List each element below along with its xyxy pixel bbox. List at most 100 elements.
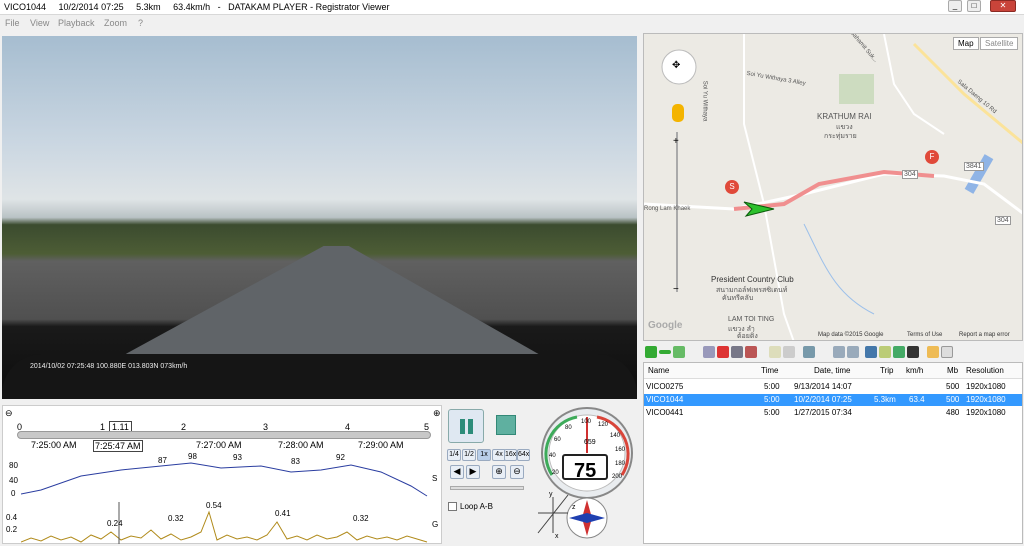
- pause-button[interactable]: [448, 409, 484, 443]
- loop-checkbox[interactable]: [448, 502, 457, 511]
- gauge-tick: 160: [615, 447, 626, 453]
- speed-quarter-button[interactable]: 1/4: [447, 449, 461, 461]
- column-time[interactable]: Time: [761, 366, 778, 375]
- column-name[interactable]: Name: [648, 366, 669, 375]
- maximize-icon[interactable]: □: [967, 0, 981, 12]
- time-label: 7:27:00 AM: [196, 440, 242, 450]
- speed-half-button[interactable]: 1/2: [462, 449, 476, 461]
- zoom-out-icon[interactable]: ⊖: [5, 408, 13, 419]
- prev-frame-icon[interactable]: ◀: [450, 465, 464, 479]
- g-label: 0.32: [168, 514, 184, 523]
- file-trip: 5.3km: [874, 395, 896, 404]
- snapshot-icon[interactable]: [745, 346, 757, 358]
- zoom-out-map-button[interactable]: −: [673, 284, 679, 295]
- minimize-icon[interactable]: _: [948, 0, 962, 12]
- cut-icon[interactable]: [783, 346, 795, 358]
- next-frame-icon[interactable]: ▶: [466, 465, 480, 479]
- map-view[interactable]: Map Satellite ✥ + − S F KRATHUM RAI แขวง…: [643, 33, 1023, 341]
- speed-tick: 0: [11, 489, 16, 498]
- close-icon[interactable]: ✕: [990, 0, 1016, 12]
- zoom-in-map-button[interactable]: +: [673, 136, 679, 147]
- zoom-in-video-icon[interactable]: ⊕: [492, 465, 506, 479]
- speed-readout: 75: [574, 460, 597, 482]
- road-image: [122, 246, 542, 356]
- file-name: VICO0275: [646, 382, 684, 391]
- remove-icon[interactable]: [659, 350, 671, 354]
- axis-x-label: x: [555, 533, 559, 540]
- file-row-selected[interactable]: VICO1044 5:00 10/2/2014 07:25 5.3km 63.4…: [644, 394, 1022, 406]
- speed-64x-button[interactable]: 64x: [517, 449, 530, 461]
- map-label-road-number: 3841: [964, 162, 984, 171]
- folder-icon[interactable]: [927, 346, 939, 358]
- file-time: 5:00: [764, 408, 780, 417]
- street-view-icon[interactable]: [672, 104, 684, 122]
- map-label-road: Rong Lam Khaek: [644, 206, 691, 212]
- volume-slider[interactable]: [450, 486, 524, 490]
- report-error-link[interactable]: Report a map error: [959, 332, 1010, 338]
- column-mb[interactable]: Mb: [947, 366, 958, 375]
- view-icon[interactable]: [833, 346, 845, 358]
- column-resolution[interactable]: Resolution: [966, 366, 1004, 375]
- satellite-tab[interactable]: Satellite: [980, 37, 1019, 50]
- column-trip[interactable]: Trip: [880, 366, 893, 375]
- gauge-tick: 180: [615, 461, 626, 467]
- video-view[interactable]: 2014/10/02 07:25:48 100.880E 013.803N 07…: [2, 36, 637, 399]
- file-toolbar: [643, 345, 1023, 361]
- menu-view[interactable]: View: [30, 18, 49, 28]
- zoom-out-video-icon[interactable]: ⊖: [510, 465, 524, 479]
- playback-controls: 1/4 1/2 1x 4x 16x 64x ◀ ▶ ⊕ ⊖ Loop A-B: [444, 405, 530, 544]
- time-label: 7:25:00 AM: [31, 440, 77, 450]
- export-icon[interactable]: [769, 346, 781, 358]
- settings-icon[interactable]: [803, 346, 815, 358]
- window-title: VICO1044 10/2/2014 07:25 5.3km 63.4km/h …: [4, 2, 390, 12]
- time-label: 7:29:00 AM: [358, 440, 404, 450]
- file-kmh: 63.4: [909, 395, 925, 404]
- g-label: 0.32: [353, 514, 369, 523]
- copy-icon[interactable]: [703, 346, 715, 358]
- delete-icon[interactable]: [717, 346, 729, 358]
- column-kmh[interactable]: km/h: [906, 366, 923, 375]
- gauge-tick: 20: [552, 470, 559, 476]
- chart-icon[interactable]: [879, 346, 891, 358]
- pause-icon: [460, 419, 465, 434]
- pan-control-icon[interactable]: ✥: [672, 60, 680, 71]
- add-icon[interactable]: [645, 346, 657, 358]
- fullscreen-icon[interactable]: [907, 346, 919, 358]
- menu-zoom[interactable]: Zoom: [104, 18, 127, 28]
- info-icon[interactable]: [941, 346, 953, 358]
- finish-marker[interactable]: F: [925, 150, 939, 164]
- file-row[interactable]: VICO0275 5:00 9/13/2014 14:07 500 1920x1…: [644, 381, 1022, 393]
- speed-label: 92: [336, 453, 345, 462]
- speed-16x-button[interactable]: 16x: [504, 449, 517, 461]
- zoom-in-icon[interactable]: ⊕: [433, 408, 441, 419]
- file-row[interactable]: VICO0441 5:00 1/27/2015 07:34 480 1920x1…: [644, 407, 1022, 419]
- timeline-slider[interactable]: [17, 431, 431, 439]
- save-icon[interactable]: [731, 346, 743, 358]
- gauge-tick: 40: [549, 453, 556, 459]
- map-tab[interactable]: Map: [953, 37, 979, 50]
- map-icon[interactable]: [893, 346, 905, 358]
- file-resolution: 1920x1080: [966, 382, 1006, 391]
- time-label: 7:28:00 AM: [278, 440, 324, 450]
- gauge-tick: 120: [598, 422, 609, 428]
- g-label: 0.54: [206, 501, 222, 510]
- speed-label: 93: [233, 453, 242, 462]
- speed-label: 87: [158, 456, 167, 465]
- layout-icon[interactable]: [847, 346, 859, 358]
- terms-link[interactable]: Terms of Use: [907, 332, 942, 338]
- start-marker[interactable]: S: [725, 180, 739, 194]
- menu-help[interactable]: ?: [138, 18, 143, 28]
- menu-playback[interactable]: Playback: [58, 18, 95, 28]
- dashboard-image: [2, 354, 637, 399]
- menu-file[interactable]: File: [5, 18, 20, 28]
- speed-1x-button[interactable]: 1x: [477, 449, 491, 461]
- stop-icon[interactable]: [496, 415, 516, 435]
- speed-chart: [21, 462, 428, 497]
- map-label-lam-thai: ต้อยติ่ง: [737, 333, 758, 340]
- map-label-lam-toi-ting: LAM TOI TING: [728, 316, 775, 323]
- globe-icon[interactable]: [865, 346, 877, 358]
- map-label-president-thai: คันทรีคลับ: [722, 295, 754, 302]
- column-date[interactable]: Date, time: [814, 366, 850, 375]
- gauge-tick: 200: [612, 474, 623, 480]
- refresh-icon[interactable]: [673, 346, 685, 358]
